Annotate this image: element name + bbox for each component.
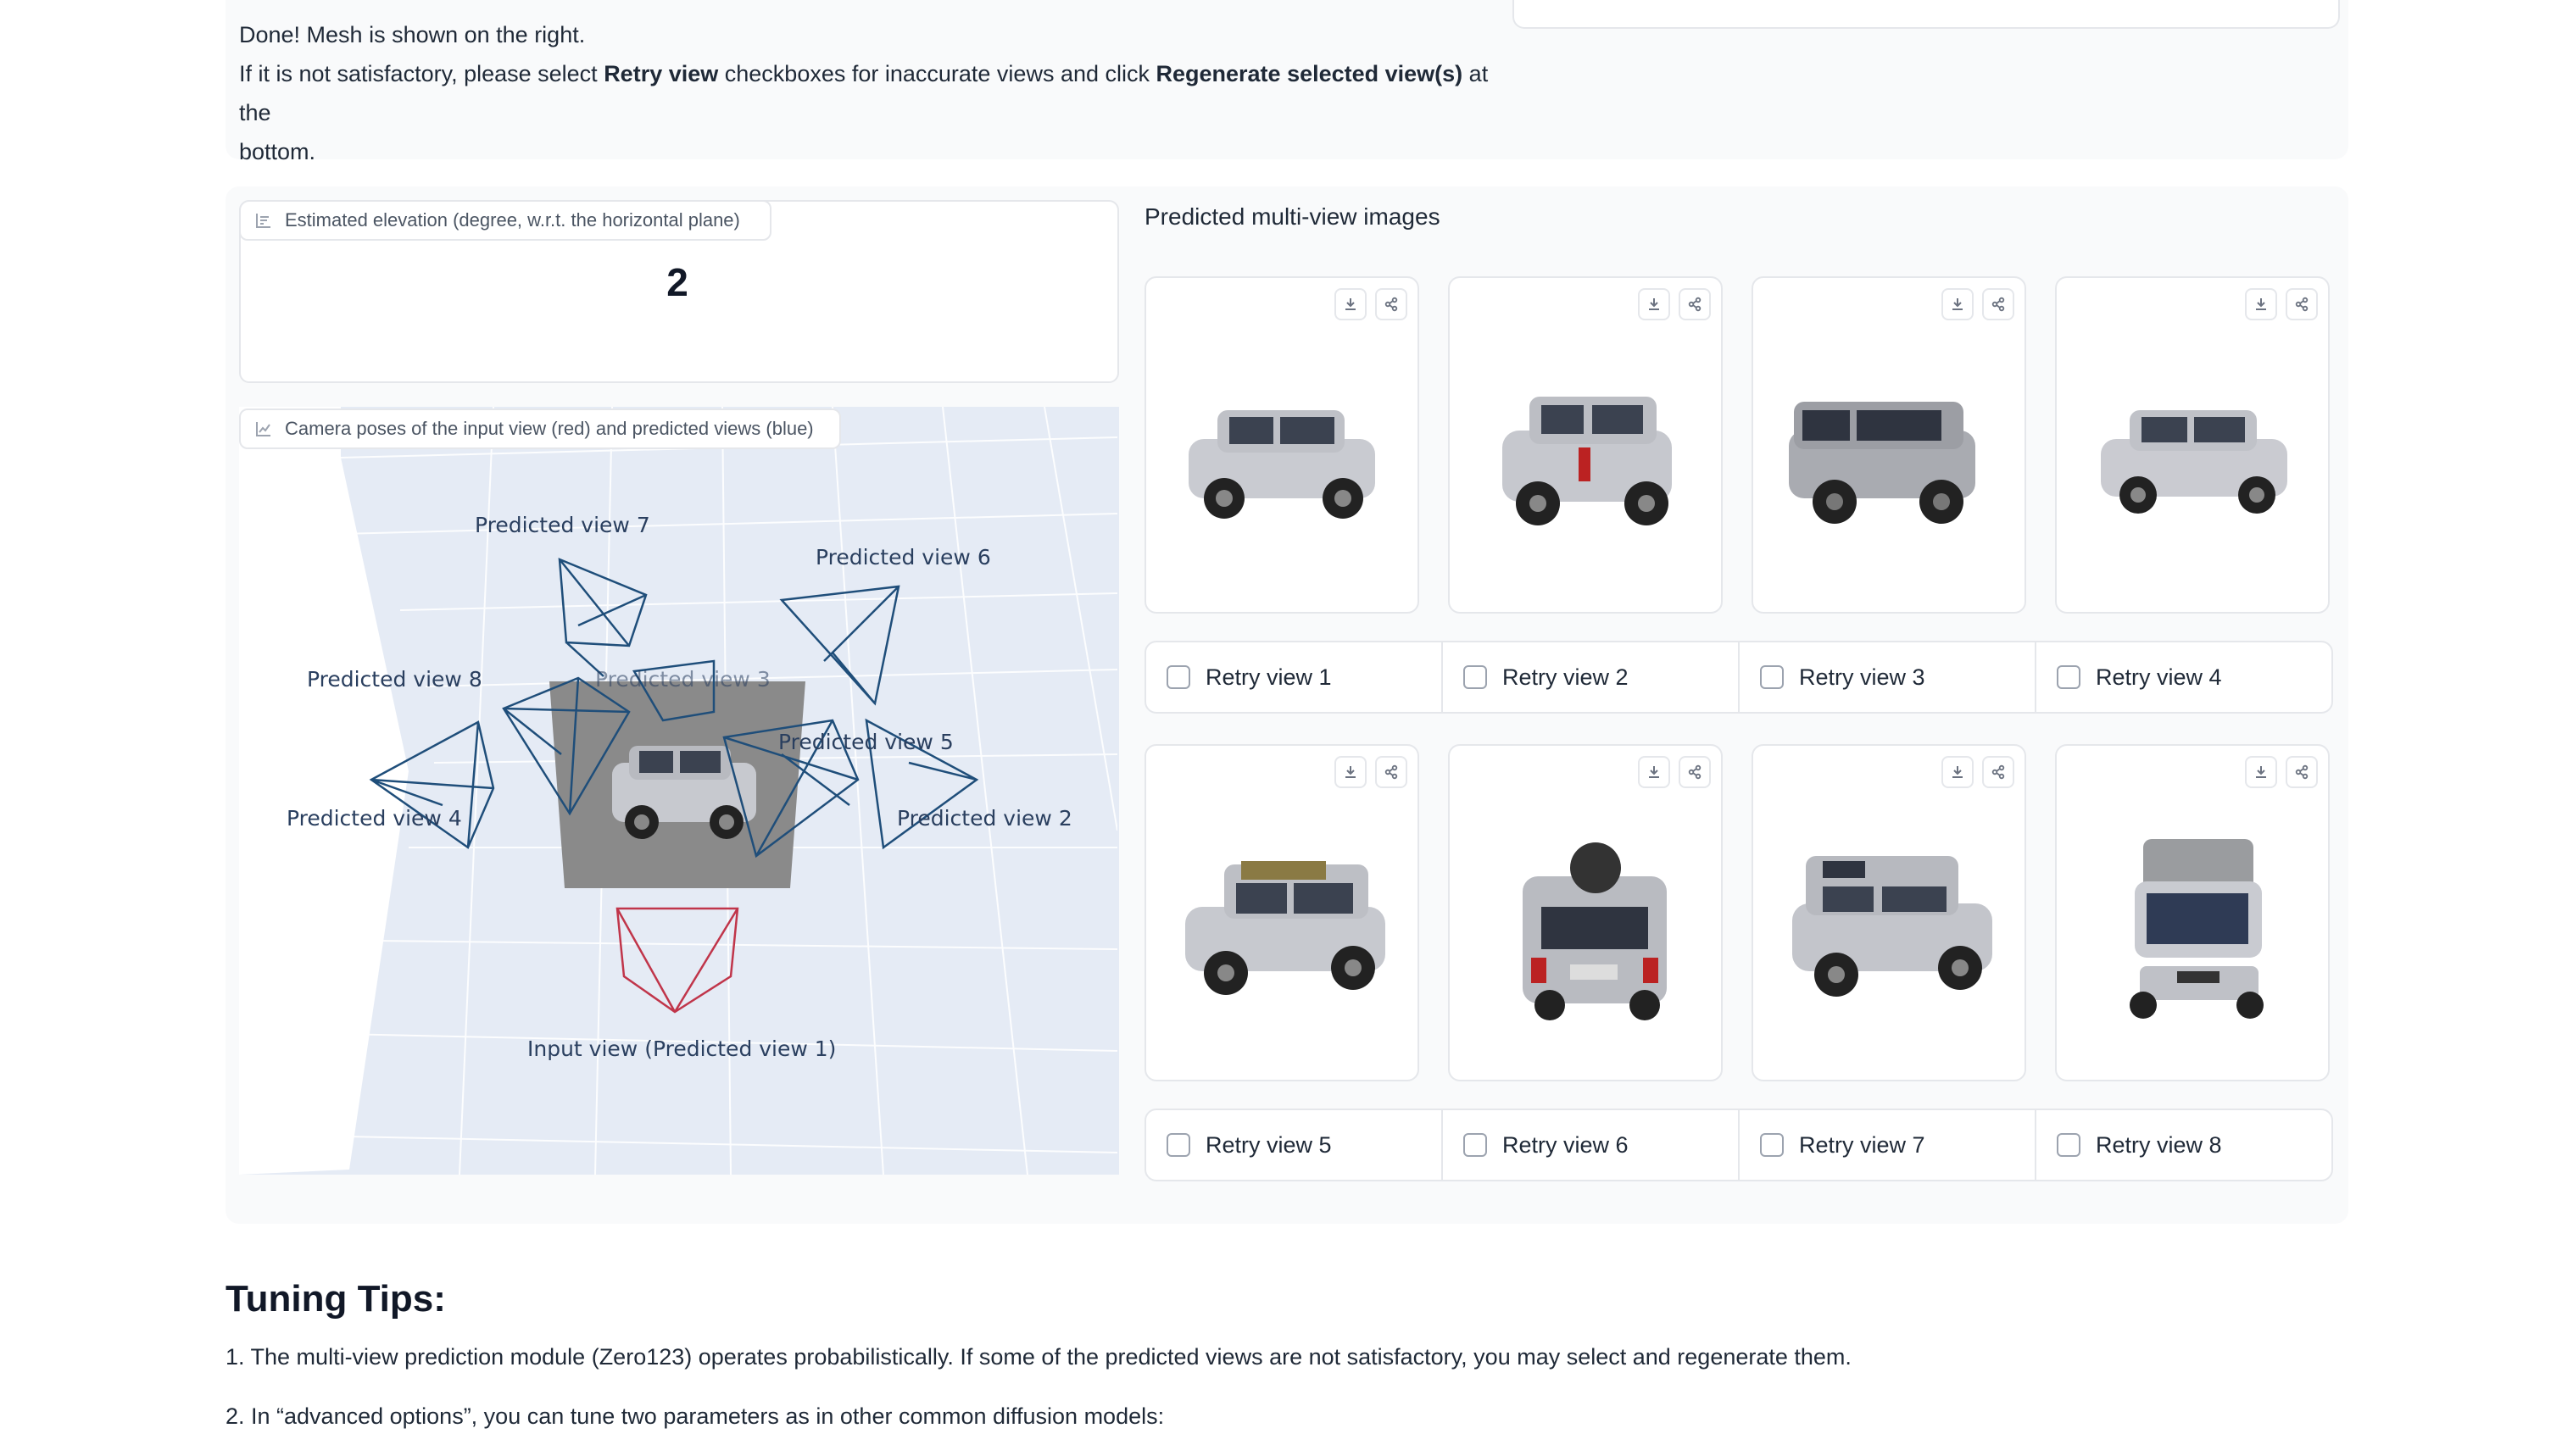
label-view-5: Predicted view 5 bbox=[778, 730, 954, 754]
car-view-7-image bbox=[1792, 856, 1992, 997]
car-view-8-image bbox=[2130, 839, 2264, 1019]
share-icon[interactable] bbox=[1679, 288, 1711, 320]
retry-view-2-checkbox[interactable]: Retry view 2 bbox=[1443, 642, 1740, 712]
label-view-7: Predicted view 7 bbox=[475, 513, 650, 537]
share-icon[interactable] bbox=[1375, 288, 1407, 320]
car-view-5-image bbox=[1185, 861, 1385, 995]
checkbox-icon[interactable] bbox=[1167, 1133, 1190, 1157]
status-line-1: Done! Mesh is shown on the right. bbox=[239, 22, 586, 47]
label-input-view: Input view (Predicted view 1) bbox=[527, 1036, 836, 1061]
checkbox-icon[interactable] bbox=[1463, 1133, 1487, 1157]
share-icon[interactable] bbox=[1982, 288, 2014, 320]
share-icon[interactable] bbox=[1375, 756, 1407, 788]
status-line-3: bottom. bbox=[239, 139, 316, 164]
car-view-4-image bbox=[2101, 410, 2287, 514]
checkbox-icon[interactable] bbox=[1760, 1133, 1784, 1157]
camera-pose-plot-canvas: Predicted view 7 Predicted view 6 Predic… bbox=[239, 407, 1117, 1175]
checkbox-icon[interactable] bbox=[1167, 665, 1190, 689]
checkbox-icon[interactable] bbox=[1760, 665, 1784, 689]
view-image-3[interactable] bbox=[1752, 276, 2026, 614]
view-image-4[interactable] bbox=[2055, 276, 2330, 614]
car-view-1-image bbox=[1189, 410, 1375, 519]
download-icon[interactable] bbox=[1334, 756, 1367, 788]
tip-1: 1. The multi-view prediction module (Zer… bbox=[226, 1344, 1852, 1370]
bar-chart-icon bbox=[256, 214, 270, 228]
view-image-1[interactable] bbox=[1145, 276, 1419, 614]
retry-view-4-checkbox[interactable]: Retry view 4 bbox=[2036, 642, 2331, 712]
view-image-6[interactable] bbox=[1448, 744, 1723, 1081]
retry-view-7-checkbox[interactable]: Retry view 7 bbox=[1740, 1110, 2036, 1180]
elevation-label: Estimated elevation (degree, w.r.t. the … bbox=[239, 200, 771, 241]
retry-row-1: Retry view 1 Retry view 2 Retry view 3 R… bbox=[1145, 641, 2333, 714]
car-view-6-image bbox=[1523, 842, 1667, 1020]
download-icon[interactable] bbox=[2245, 756, 2277, 788]
share-icon[interactable] bbox=[2286, 288, 2318, 320]
tuning-tips-heading: Tuning Tips: bbox=[226, 1278, 446, 1320]
checkbox-icon[interactable] bbox=[2057, 1133, 2080, 1157]
camera-plot-label: Camera poses of the input view (red) and… bbox=[239, 408, 841, 449]
label-view-3: Predicted view 3 bbox=[595, 667, 771, 692]
tip-2: 2. In “advanced options”, you can tune t… bbox=[226, 1403, 1165, 1429]
view-image-7[interactable] bbox=[1752, 744, 2026, 1081]
label-view-2: Predicted view 2 bbox=[897, 806, 1072, 831]
download-icon[interactable] bbox=[1638, 756, 1670, 788]
view-image-5[interactable] bbox=[1145, 744, 1419, 1081]
elevation-value: 2 bbox=[666, 260, 688, 304]
retry-view-emphasis: Retry view bbox=[604, 61, 719, 86]
checkbox-icon[interactable] bbox=[2057, 665, 2080, 689]
label-view-8: Predicted view 8 bbox=[307, 667, 482, 692]
retry-view-6-checkbox[interactable]: Retry view 6 bbox=[1443, 1110, 1740, 1180]
retry-view-5-checkbox[interactable]: Retry view 5 bbox=[1146, 1110, 1443, 1180]
share-icon[interactable] bbox=[1982, 756, 2014, 788]
retry-view-3-checkbox[interactable]: Retry view 3 bbox=[1740, 642, 2036, 712]
status-message: Done! Mesh is shown on the right. If it … bbox=[239, 15, 1494, 171]
regenerate-emphasis: Regenerate selected view(s) bbox=[1156, 61, 1463, 86]
retry-view-1-checkbox[interactable]: Retry view 1 bbox=[1146, 642, 1443, 712]
download-icon[interactable] bbox=[2245, 288, 2277, 320]
mesh-viewer-box bbox=[1512, 0, 2340, 29]
car-view-2-image bbox=[1502, 397, 1672, 525]
download-icon[interactable] bbox=[1941, 288, 1974, 320]
retry-row-2: Retry view 5 Retry view 6 Retry view 7 R… bbox=[1145, 1109, 2333, 1181]
car-view-3-image bbox=[1789, 402, 1975, 524]
share-icon[interactable] bbox=[1679, 756, 1711, 788]
status-line-2: If it is not satisfactory, please select… bbox=[239, 61, 1489, 125]
checkbox-icon[interactable] bbox=[1463, 665, 1487, 689]
retry-view-8-checkbox[interactable]: Retry view 8 bbox=[2036, 1110, 2331, 1180]
view-image-8[interactable] bbox=[2055, 744, 2330, 1081]
download-icon[interactable] bbox=[1941, 756, 1974, 788]
view-image-2[interactable] bbox=[1448, 276, 1723, 614]
label-view-4: Predicted view 4 bbox=[287, 806, 462, 831]
share-icon[interactable] bbox=[2286, 756, 2318, 788]
download-icon[interactable] bbox=[1638, 288, 1670, 320]
label-view-6: Predicted view 6 bbox=[816, 545, 991, 570]
download-icon[interactable] bbox=[1334, 288, 1367, 320]
line-chart-icon bbox=[256, 422, 270, 436]
multiview-title: Predicted multi-view images bbox=[1145, 203, 1440, 230]
